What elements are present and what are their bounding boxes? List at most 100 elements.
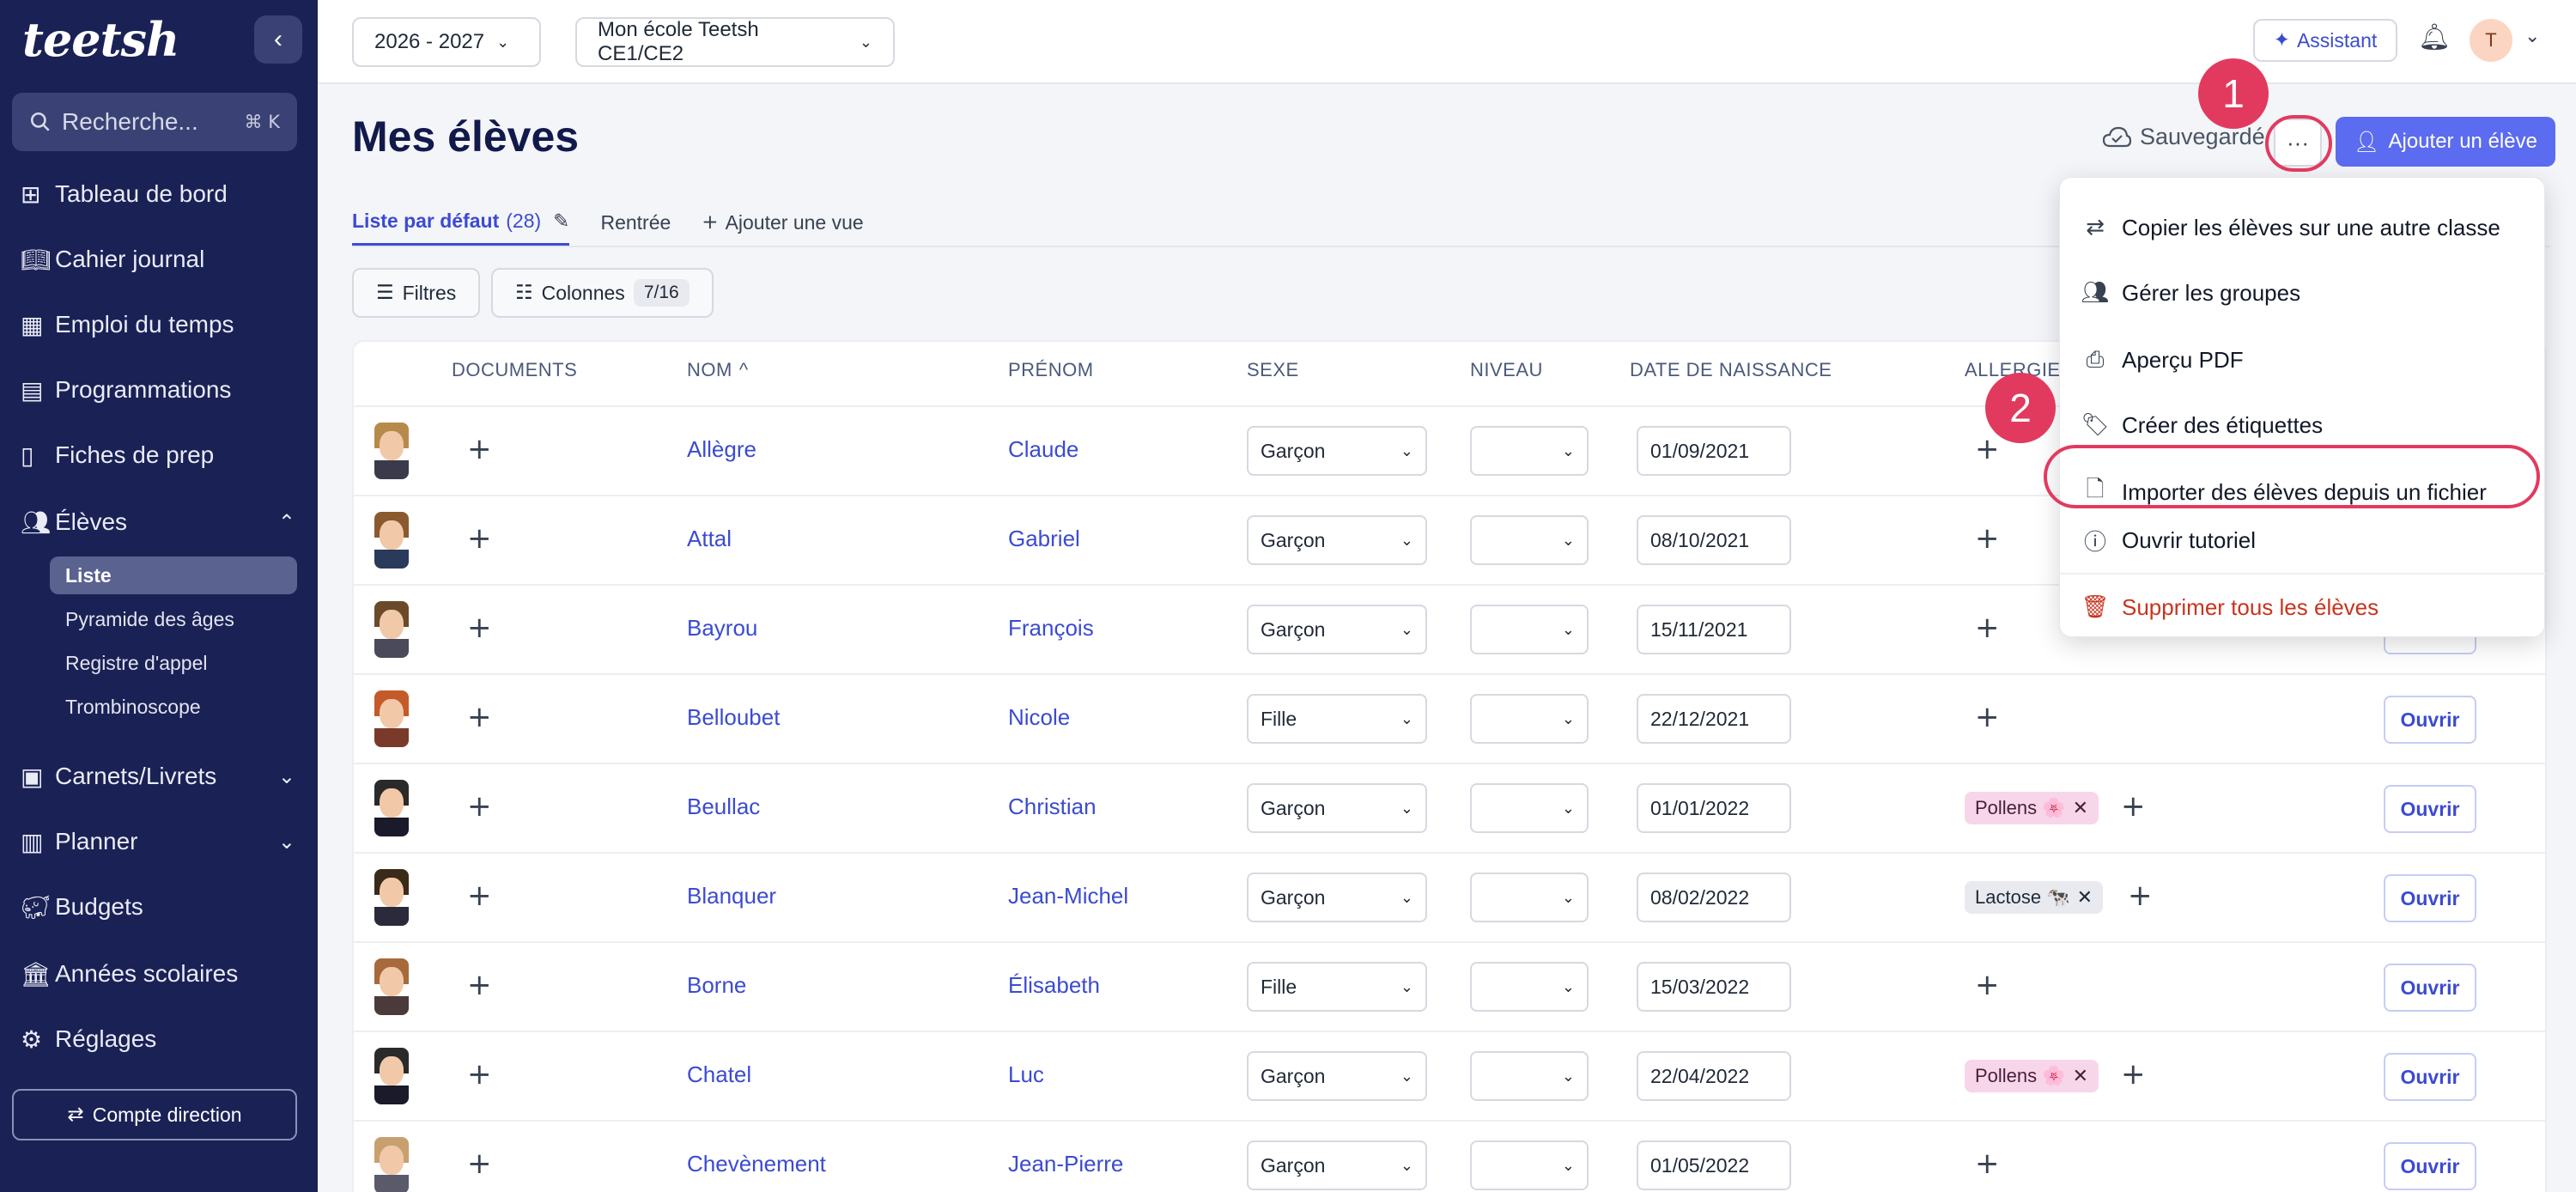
menu-item-delete-all[interactable]: 🗑︎ Supprimer tous les élèves xyxy=(2060,575,2546,640)
gender-select[interactable]: Garçon ⌄ xyxy=(1247,783,1427,833)
table-row[interactable]: + Blanquer Jean-Michel Garçon ⌄ ⌄ 08/02/2022 La… xyxy=(354,852,2545,940)
add-allergy-icon[interactable]: + xyxy=(2128,881,2153,910)
student-photo[interactable] xyxy=(374,780,409,836)
student-photo[interactable] xyxy=(374,1137,409,1192)
gender-select[interactable]: Garçon ⌄ xyxy=(1247,426,1427,476)
nav-item-tableau-de-bord[interactable]: ⊞ Tableau de bord xyxy=(21,168,295,220)
table-row[interactable]: + Belloubet Nicole Fille ⌄ ⌄ 22/12/2021 + Ouvrir xyxy=(354,673,2545,762)
gender-select[interactable]: Garçon ⌄ xyxy=(1247,873,1427,922)
close-icon[interactable]: ✕ xyxy=(2073,1066,2088,1087)
tab-rentree[interactable]: Rentrée xyxy=(600,199,671,246)
student-last-name[interactable]: Blanquer xyxy=(687,883,776,909)
add-document-icon[interactable]: + xyxy=(467,1060,492,1089)
col-header-sexe[interactable]: SEXE xyxy=(1247,359,1299,381)
student-photo[interactable] xyxy=(374,869,409,926)
nav-item-emploi-du-temps[interactable]: ▦ Emploi du temps xyxy=(21,299,295,350)
student-first-name[interactable]: François xyxy=(1008,615,1094,642)
add-document-icon[interactable]: + xyxy=(467,524,492,553)
student-first-name[interactable]: Nicole xyxy=(1008,704,1070,731)
col-header-documents[interactable]: DOCUMENTS xyxy=(452,359,577,381)
add-document-icon[interactable]: + xyxy=(467,613,492,642)
open-student-button[interactable]: Ouvrir xyxy=(2384,874,2476,922)
menu-item-manage-groups[interactable]: 👥︎ Gérer les groupes xyxy=(2060,260,2546,325)
student-photo[interactable] xyxy=(374,1048,409,1104)
gender-select[interactable]: Garçon ⌄ xyxy=(1247,1051,1427,1101)
nav-item-fiches-de-prep[interactable]: ▯ Fiches de prep xyxy=(21,429,295,481)
sub-item-pyramide[interactable]: Pyramide des âges xyxy=(50,600,297,638)
add-document-icon[interactable]: + xyxy=(467,970,492,1000)
add-allergy-icon[interactable]: + xyxy=(1975,613,2000,642)
gender-select[interactable]: Garçon ⌄ xyxy=(1247,1140,1427,1190)
gender-select[interactable]: Garçon ⌄ xyxy=(1247,605,1427,654)
add-allergy-icon[interactable]: + xyxy=(1975,524,2000,553)
add-allergy-icon[interactable]: + xyxy=(1975,702,2000,732)
nav-item-budgets[interactable]: 🐖︎ Budgets xyxy=(21,881,295,933)
table-row[interactable]: + Chatel Luc Garçon ⌄ ⌄ 22/04/2022 Pollens 🌸 ✕ + O… xyxy=(354,1031,2545,1119)
level-select[interactable]: ⌄ xyxy=(1470,605,1589,654)
add-document-icon[interactable]: + xyxy=(467,702,492,732)
year-select[interactable]: 2026 - 2027 ⌄ xyxy=(352,17,541,67)
menu-item-tutorial[interactable]: ⓘ Ouvrir tutoriel xyxy=(2060,508,2546,573)
nav-item-planner[interactable]: ▥ Planner ⌄ xyxy=(21,816,295,867)
add-document-icon[interactable]: + xyxy=(467,435,492,464)
nav-item-carnets[interactable]: ▣ Carnets/Livrets ⌄ xyxy=(21,751,295,802)
student-last-name[interactable]: Chevènement xyxy=(687,1151,826,1177)
compte-direction-button[interactable]: ⇄ Compte direction xyxy=(12,1089,297,1140)
nav-item-programmations[interactable]: ▤ Programmations xyxy=(21,364,295,416)
birthdate-input[interactable]: 22/04/2022 xyxy=(1637,1051,1791,1101)
col-header-date[interactable]: DATE DE NAISSANCE xyxy=(1630,359,1832,381)
student-last-name[interactable]: Allègre xyxy=(687,436,756,463)
birthdate-input[interactable]: 01/05/2022 xyxy=(1637,1140,1791,1190)
table-row[interactable]: + Chevènement Jean-Pierre Garçon ⌄ ⌄ 01/05/202… xyxy=(354,1120,2545,1192)
sub-item-liste[interactable]: Liste xyxy=(50,556,297,594)
student-photo[interactable] xyxy=(374,512,409,569)
student-first-name[interactable]: Gabriel xyxy=(1008,526,1080,552)
add-allergy-icon[interactable]: + xyxy=(2121,792,2146,821)
open-student-button[interactable]: Ouvrir xyxy=(2384,1053,2476,1101)
add-allergy-icon[interactable]: + xyxy=(1975,1149,2000,1178)
birthdate-input[interactable]: 01/09/2021 xyxy=(1637,426,1791,476)
student-first-name[interactable]: Christian xyxy=(1008,794,1097,820)
student-first-name[interactable]: Jean-Michel xyxy=(1008,883,1128,909)
add-view-button[interactable]: + Ajouter une vue xyxy=(702,199,863,246)
nav-item-eleves[interactable]: 👥︎ Élèves ⌃ xyxy=(21,496,295,548)
add-allergy-icon[interactable]: + xyxy=(1975,435,2000,464)
student-first-name[interactable]: Claude xyxy=(1008,436,1078,463)
birthdate-input[interactable]: 08/10/2021 xyxy=(1637,515,1791,565)
close-icon[interactable]: ✕ xyxy=(2073,798,2088,819)
student-photo[interactable] xyxy=(374,601,409,658)
student-last-name[interactable]: Bayrou xyxy=(687,615,757,642)
add-document-icon[interactable]: + xyxy=(467,881,492,910)
birthdate-input[interactable]: 15/11/2021 xyxy=(1637,605,1791,654)
student-first-name[interactable]: Luc xyxy=(1008,1061,1044,1088)
level-select[interactable]: ⌄ xyxy=(1470,1051,1589,1101)
collapse-sidebar-button[interactable]: ‹ xyxy=(254,15,302,64)
filters-button[interactable]: ☰ Filtres xyxy=(352,268,481,318)
level-select[interactable]: ⌄ xyxy=(1470,426,1589,476)
open-student-button[interactable]: Ouvrir xyxy=(2384,964,2476,1012)
level-select[interactable]: ⌄ xyxy=(1470,962,1589,1012)
level-select[interactable]: ⌄ xyxy=(1470,1140,1589,1190)
col-header-prenom[interactable]: PRÉNOM xyxy=(1008,359,1094,381)
avatar[interactable]: T xyxy=(2470,19,2512,62)
open-student-button[interactable]: Ouvrir xyxy=(2384,1142,2476,1190)
chevron-down-icon[interactable]: ⌄ xyxy=(2524,26,2540,47)
student-last-name[interactable]: Beullac xyxy=(687,794,760,820)
teetsh-logo[interactable]: teetsh xyxy=(22,12,179,67)
open-student-button[interactable]: Ouvrir xyxy=(2384,785,2476,833)
birthdate-input[interactable]: 01/01/2022 xyxy=(1637,783,1791,833)
col-header-nom[interactable]: NOM ^ xyxy=(687,359,749,381)
menu-item-copy-students[interactable]: ⇄ Copier les élèves sur une autre classe xyxy=(2060,195,2546,260)
birthdate-input[interactable]: 15/03/2022 xyxy=(1637,962,1791,1012)
gender-select[interactable]: Garçon ⌄ xyxy=(1247,515,1427,565)
school-select[interactable]: Mon école Teetsh CE1/CE2 ⌄ xyxy=(575,17,895,67)
birthdate-input[interactable]: 08/02/2022 xyxy=(1637,873,1791,922)
student-last-name[interactable]: Chatel xyxy=(687,1061,751,1088)
nav-item-cahier-journal[interactable]: 📖︎ Cahier journal xyxy=(21,234,295,285)
student-first-name[interactable]: Élisabeth xyxy=(1008,972,1100,999)
gender-select[interactable]: Fille ⌄ xyxy=(1247,962,1427,1012)
gender-select[interactable]: Fille ⌄ xyxy=(1247,694,1427,744)
columns-button[interactable]: ☷ Colonnes 7/16 xyxy=(491,268,714,318)
col-header-niveau[interactable]: NIVEAU xyxy=(1470,359,1543,381)
student-last-name[interactable]: Attal xyxy=(687,526,732,552)
